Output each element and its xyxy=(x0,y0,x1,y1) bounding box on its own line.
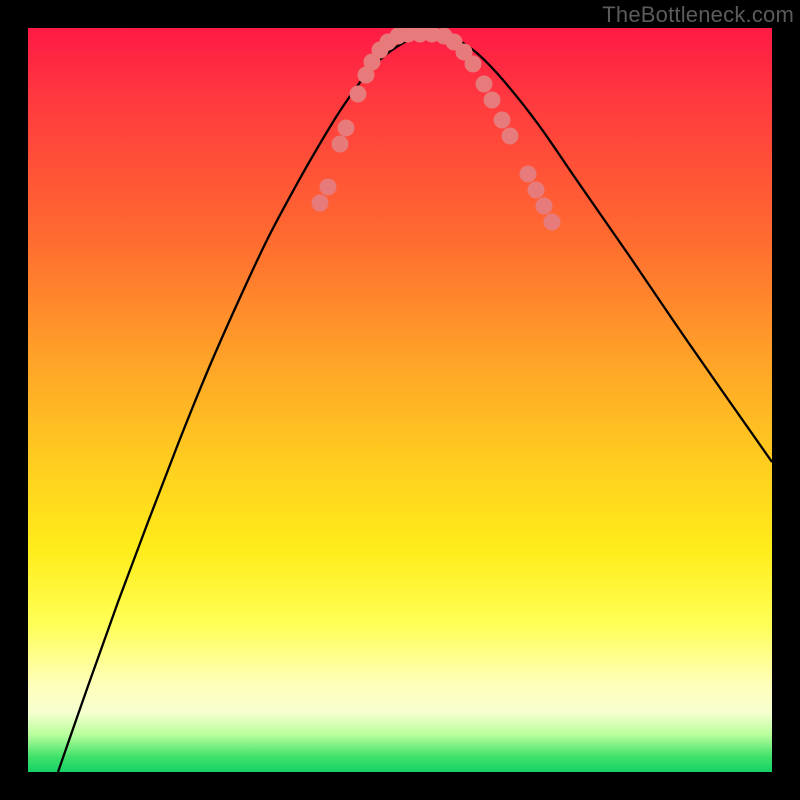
watermark-text: TheBottleneck.com xyxy=(602,2,794,28)
data-dot xyxy=(484,92,501,109)
data-dot xyxy=(520,166,537,183)
data-dot xyxy=(544,214,561,231)
data-dot xyxy=(465,56,482,73)
data-dot xyxy=(494,112,511,129)
data-dot xyxy=(502,128,519,145)
data-dots xyxy=(312,28,561,231)
data-dot xyxy=(320,179,337,196)
plot-area xyxy=(28,28,772,772)
bottleneck-curve xyxy=(58,33,772,772)
chart-svg xyxy=(28,28,772,772)
data-dot xyxy=(312,195,329,212)
chart-frame: TheBottleneck.com xyxy=(0,0,800,800)
data-dot xyxy=(350,86,367,103)
data-dot xyxy=(332,136,349,153)
data-dot xyxy=(338,120,355,137)
data-dot xyxy=(536,198,553,215)
data-dot xyxy=(528,182,545,199)
data-dot xyxy=(476,76,493,93)
